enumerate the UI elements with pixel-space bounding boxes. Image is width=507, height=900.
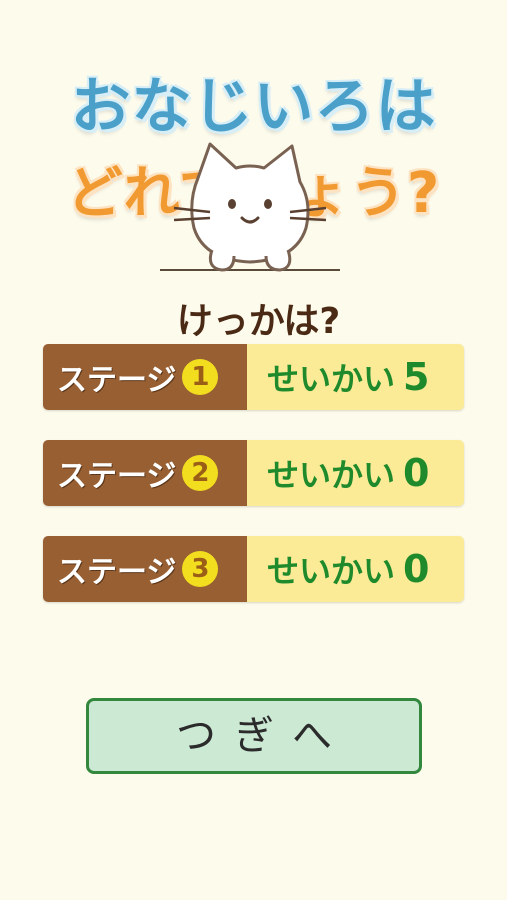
correct-count: 0 <box>403 451 430 495</box>
stage-label: ステージ <box>57 459 177 494</box>
correct-label: せいかい <box>267 456 396 494</box>
cat-mascot-icon <box>160 142 340 272</box>
result-heading: けっかは? <box>176 301 341 342</box>
stage-number-badge: 2 <box>182 455 219 491</box>
stage-label-cell: ステージ 2 <box>43 440 247 506</box>
correct-count: 5 <box>403 355 430 399</box>
stage-label-cell: ステージ 1 <box>43 344 247 410</box>
correct-cell: せいかい 5 <box>247 344 464 410</box>
stage-row-2: ステージ 2 せいかい 0 <box>43 440 464 506</box>
next-button[interactable]: つぎへ <box>86 698 422 774</box>
correct-cell: せいかい 0 <box>247 440 464 506</box>
stage-label: ステージ <box>57 363 177 398</box>
correct-label: せいかい <box>267 360 396 398</box>
stage-row-3: ステージ 3 せいかい 0 <box>43 536 464 602</box>
stage-number-badge: 3 <box>182 551 219 587</box>
correct-label: せいかい <box>267 552 396 590</box>
stage-label-cell: ステージ 3 <box>43 536 247 602</box>
correct-cell: せいかい 0 <box>247 536 464 602</box>
title-line-1: おなじいろは <box>70 72 437 142</box>
stage-number-badge: 1 <box>182 359 219 395</box>
correct-count: 0 <box>403 547 430 591</box>
stage-row-1: ステージ 1 せいかい 5 <box>43 344 464 410</box>
stage-label: ステージ <box>57 555 177 590</box>
